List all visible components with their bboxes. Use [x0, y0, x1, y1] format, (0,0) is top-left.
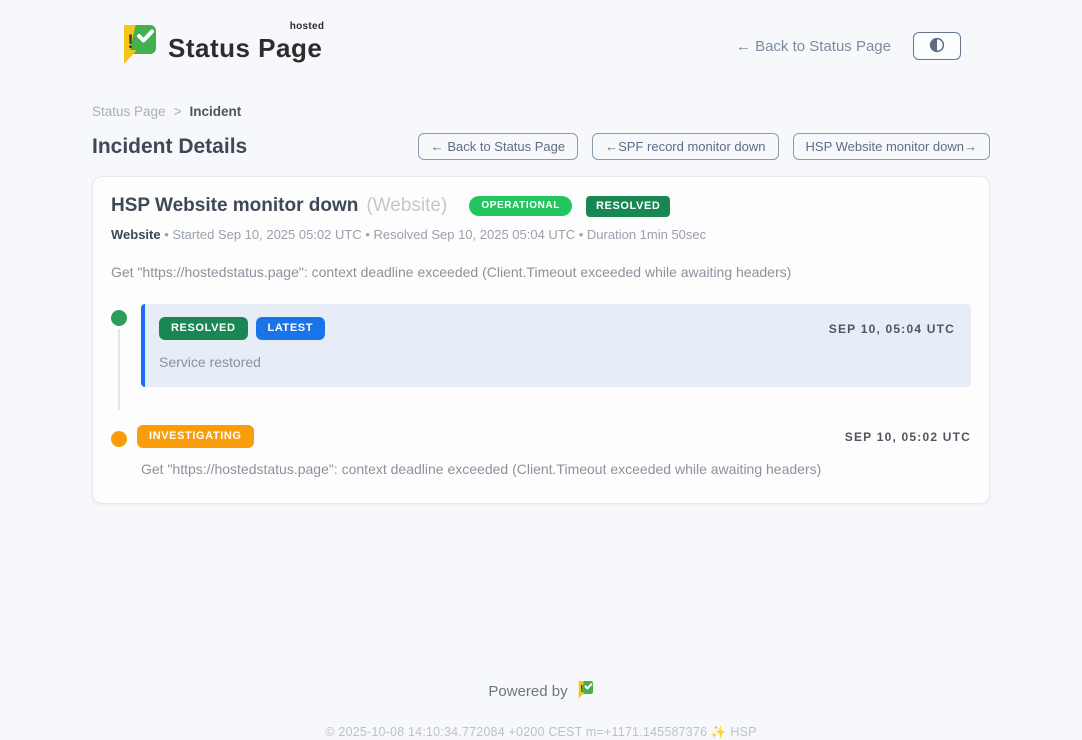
incident-meta: Website • Started Sep 10, 2025 05:02 UTC… [111, 227, 971, 242]
incident-meta-details: • Started Sep 10, 2025 05:02 UTC • Resol… [164, 227, 706, 242]
next-incident-button[interactable]: HSP Website monitor down→ [793, 133, 990, 160]
statuspage-logo-icon-small: ! [576, 680, 594, 703]
brand-superscript: hosted [290, 21, 325, 32]
brand-name: Status Page hosted [168, 23, 322, 64]
page-title: Incident Details [92, 135, 247, 159]
incident-status-badge: RESOLVED [586, 196, 671, 217]
statuspage-logo-icon: ! [118, 23, 158, 70]
timeline-item-investigating: INVESTIGATING SEP 10, 05:02 UTC Get "htt… [111, 425, 971, 477]
back-to-status-page-button[interactable]: ← Back to Status Page [418, 133, 578, 160]
component-status-badge: OPERATIONAL [469, 196, 572, 216]
timeline-update-panel: RESOLVED LATEST SEP 10, 05:04 UTC Servic… [141, 304, 971, 387]
breadcrumb-separator: > [174, 104, 182, 119]
incident-card: HSP Website monitor down (Website) OPERA… [92, 176, 990, 504]
timeline-message: Get "https://hostedstatus.page": context… [137, 461, 971, 477]
header-back-link[interactable]: ← Back to Status Page [736, 38, 891, 55]
theme-toggle-button[interactable] [913, 32, 961, 60]
timeline-message: Service restored [159, 354, 955, 370]
incident-timeline: RESOLVED LATEST SEP 10, 05:04 UTC Servic… [111, 304, 971, 477]
svg-text:!: ! [580, 684, 583, 694]
prev-incident-button[interactable]: ←SPF record monitor down [592, 133, 778, 160]
incident-meta-component: Website [111, 227, 161, 242]
brand-logo[interactable]: ! Status Page hosted [118, 23, 322, 70]
incident-component: (Website) [366, 195, 447, 217]
svg-text:!: ! [127, 32, 133, 53]
timeline-status-badge-investigating: INVESTIGATING [137, 425, 254, 448]
breadcrumb-root[interactable]: Status Page [92, 104, 166, 119]
incident-description: Get "https://hostedstatus.page": context… [111, 264, 971, 280]
timeline-status-badge-resolved: RESOLVED [159, 317, 248, 340]
incident-title: HSP Website monitor down [111, 195, 358, 217]
timeline-item-resolved: RESOLVED LATEST SEP 10, 05:04 UTC Servic… [111, 304, 971, 387]
timeline-dot-investigating [111, 431, 127, 447]
breadcrumb-current: Incident [189, 104, 241, 119]
footer: Powered by ! © 2025-10-08 14:10:34.77208… [0, 680, 1082, 740]
half-moon-contrast-icon [926, 34, 948, 59]
powered-by-label: Powered by [488, 683, 567, 700]
timeline-dot-resolved [111, 310, 127, 326]
powered-by[interactable]: Powered by ! [0, 680, 1082, 703]
breadcrumb: Status Page > Incident [92, 104, 990, 119]
timeline-timestamp: SEP 10, 05:04 UTC [829, 322, 955, 336]
header: ! Status Page hosted ← Back to Status Pa… [0, 0, 1082, 76]
copyright-line: © 2025-10-08 14:10:34.772084 +0200 CEST … [0, 725, 1082, 740]
incident-nav-buttons: ← Back to Status Page ←SPF record monito… [418, 133, 990, 160]
timeline-timestamp: SEP 10, 05:02 UTC [845, 430, 971, 444]
main-content: Status Page > Incident Incident Details … [92, 104, 990, 504]
timeline-latest-badge: LATEST [256, 317, 326, 340]
